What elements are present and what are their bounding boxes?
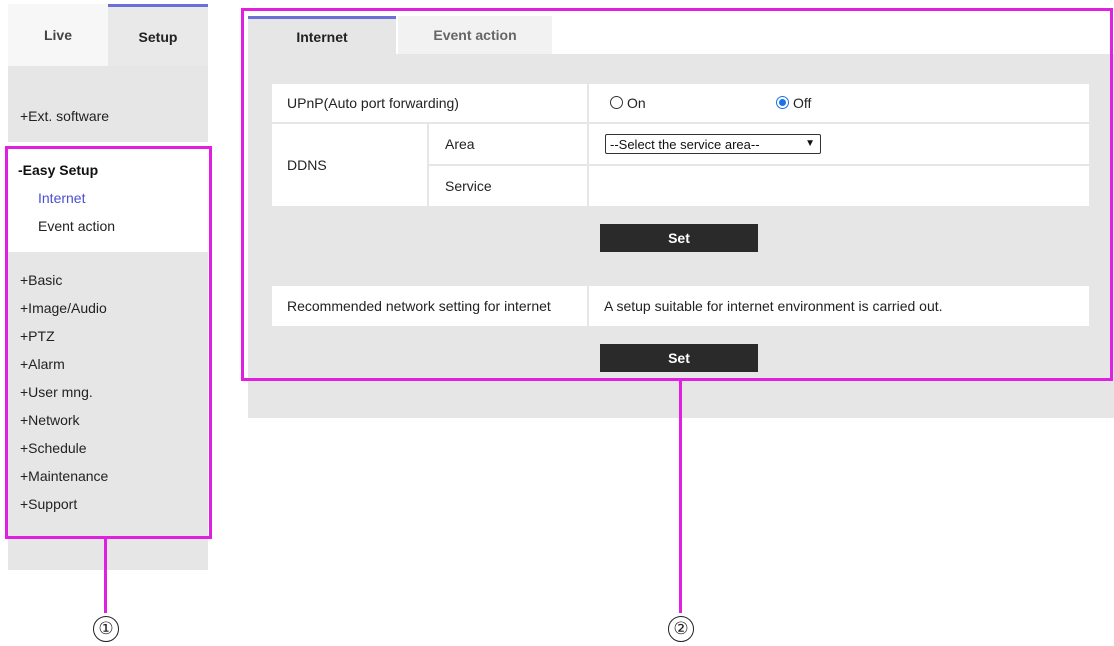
annotation-box-2 (241, 8, 1113, 381)
annotation-line-1 (104, 539, 107, 613)
annotation-box-1 (5, 146, 212, 539)
tab-live[interactable]: Live (8, 4, 108, 66)
annotation-marker-2: ② (668, 616, 694, 642)
annotation-line-2 (679, 381, 682, 613)
sidebar-tabs: Live Setup (8, 4, 208, 66)
sidebar-item-ext-software[interactable]: +Ext. software (20, 108, 109, 124)
tab-setup[interactable]: Setup (108, 4, 208, 66)
annotation-marker-1: ① (93, 616, 119, 642)
sidebar-ext-section: +Ext. software (8, 66, 208, 142)
